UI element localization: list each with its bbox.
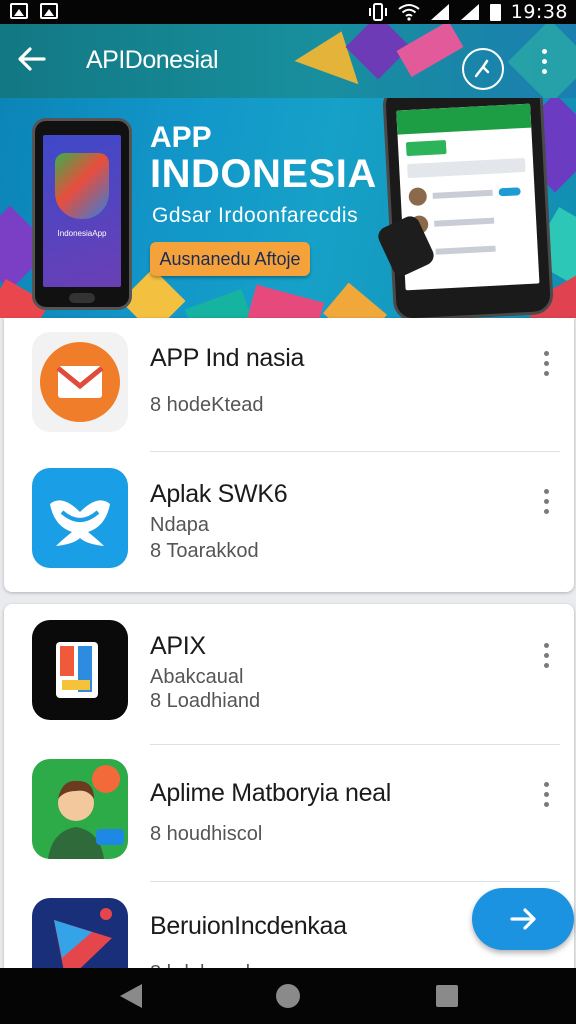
promo-banner[interactable]: IndonesiaApp APP INDONESIA Gdsar Irdoonf… — [0, 98, 576, 318]
list-item-title: BeruionIncdenkaa — [150, 912, 347, 940]
app-icon — [32, 759, 128, 859]
help-circle-icon — [474, 59, 490, 78]
app-icon — [32, 468, 128, 568]
battery-icon — [489, 3, 501, 21]
list-item-subtitle: 8 Loadhiand — [150, 690, 261, 712]
back-button[interactable] — [14, 41, 58, 81]
header: APIDonesial IndonesiaApp APP INDONESIA G… — [0, 24, 576, 318]
tiktok-style-icon — [56, 642, 98, 698]
person-avatar-icon — [48, 765, 124, 859]
list-item-subtitle: 8 houdhiscol — [150, 823, 263, 845]
status-time: 19:38 — [510, 1, 568, 23]
list-item-title: APP Ind nasia — [150, 344, 305, 372]
decor-shape — [246, 284, 324, 318]
gallery-icon — [40, 3, 58, 19]
banner-title-line2: INDONESIA — [150, 152, 377, 196]
app-bar-title: APIDonesial — [86, 46, 219, 74]
list-item[interactable]: Aplak SWK6 Ndapa 8 Toarakkod — [4, 452, 574, 592]
list-item-subtitle: 8 Toarakkod — [150, 540, 259, 562]
app-icon — [32, 332, 128, 432]
decor-shape — [322, 282, 388, 318]
phone-illustration — [381, 98, 555, 318]
decor-shape — [184, 288, 256, 318]
nav-back-icon[interactable] — [120, 984, 142, 1008]
more-vert-icon — [530, 46, 558, 74]
banner-subtitle: Gdsar Irdoonfarecdis — [152, 204, 359, 227]
arrow-right-icon — [510, 908, 536, 930]
phone-illustration: IndonesiaApp — [32, 118, 132, 310]
mail-icon — [40, 342, 120, 422]
list-item-subtitle: 8 hodeKtead — [150, 394, 264, 416]
image-icon — [10, 3, 28, 19]
signal-icon — [460, 4, 479, 20]
next-fab-button[interactable] — [472, 888, 574, 950]
app-bar: APIDonesial — [0, 24, 576, 105]
banner-cta-button[interactable]: Ausnanedu Aftoje — [150, 242, 310, 276]
nav-home-icon[interactable] — [276, 984, 300, 1008]
list-item-title: Aplime Matboryia neal — [150, 779, 392, 807]
system-nav-bar — [0, 968, 576, 1024]
status-bar: 19:38 — [0, 0, 576, 24]
overflow-menu-button[interactable] — [530, 46, 558, 80]
more-vert-icon — [536, 640, 556, 668]
list-item-menu-button[interactable] — [536, 348, 556, 382]
list-item-menu-button[interactable] — [536, 640, 556, 674]
chat-bird-icon — [50, 500, 110, 546]
wifi-icon — [398, 4, 420, 21]
more-vert-icon — [536, 779, 556, 807]
list-item-subtitle: Abakcaual — [150, 666, 244, 688]
banner-title-line1: APP — [150, 121, 212, 154]
list-item[interactable]: Aplime Matboryia neal 8 houdhiscol — [4, 745, 574, 881]
more-vert-icon — [536, 348, 556, 376]
list-item[interactable]: APP Ind nasia 8 hodeKtead — [4, 318, 574, 452]
app-list-card: APP Ind nasia 8 hodeKtead Aplak SWK6 Nda… — [4, 318, 574, 592]
screen: 19:38 APIDonesial IndonesiaApp APP INDON… — [0, 0, 576, 1024]
more-vert-icon — [536, 486, 556, 514]
list-item-title: APIX — [150, 632, 206, 660]
list-item-title: Aplak SWK6 — [150, 480, 288, 508]
list-item-subtitle: Ndapa — [150, 514, 209, 536]
list-item-menu-button[interactable] — [536, 779, 556, 813]
shield-logo — [55, 153, 109, 219]
signal-icon — [430, 4, 449, 20]
help-button[interactable] — [462, 48, 504, 90]
list-item[interactable]: APIX Abakcaual 8 Loadhiand — [4, 604, 574, 744]
app-icon — [32, 620, 128, 720]
nav-recents-icon[interactable] — [436, 985, 458, 1007]
arrow-left-icon — [18, 47, 46, 71]
phone-screen-label: IndonesiaApp — [57, 229, 107, 238]
list-item-menu-button[interactable] — [536, 486, 556, 520]
vibrate-icon — [368, 3, 387, 21]
decor-shape — [396, 24, 464, 77]
